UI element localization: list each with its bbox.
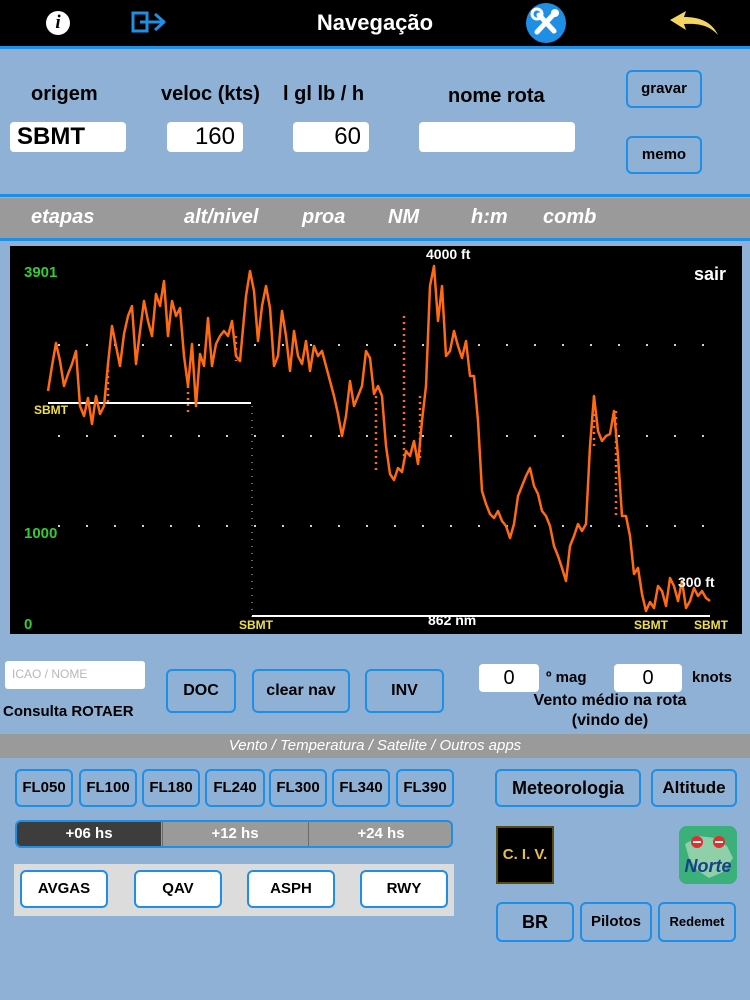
hm-col: h:m — [471, 206, 508, 228]
br-button[interactable]: BR — [496, 902, 574, 942]
nome-rota-label: nome rota — [448, 85, 545, 107]
meteorologia-button[interactable]: Meteorologia — [495, 769, 641, 807]
alt-top-label: 3901 — [24, 264, 58, 281]
fl300-button[interactable]: FL300 — [269, 769, 327, 807]
back-arrow-icon[interactable] — [668, 8, 720, 38]
end-alt-label: 300 ft — [678, 574, 715, 590]
consumo-label: l gl lb / h — [283, 83, 365, 105]
memo-button[interactable]: memo — [626, 136, 702, 174]
norte-label: Norte — [684, 856, 732, 876]
origem-label: origem — [31, 83, 98, 105]
start-airport-label: SBMT — [239, 618, 273, 632]
civ-label: C. I. V. — [502, 846, 548, 863]
inv-button[interactable]: INV — [365, 669, 444, 713]
grid-lines — [58, 344, 730, 618]
route-divider — [0, 194, 750, 197]
rotaer-search-placeholder: ICAO / NOME — [12, 667, 88, 681]
etapas-col: etapas — [31, 206, 95, 228]
gravar-button[interactable]: gravar — [626, 70, 702, 108]
nm-col: NM — [388, 206, 420, 228]
fuel-buttons-panel: AVGAS QAV ASPH RWY — [14, 864, 454, 916]
avgas-button[interactable]: AVGAS — [20, 870, 108, 908]
end-airport-label-2: SBMT — [694, 618, 728, 632]
nome-rota-input[interactable] — [419, 122, 575, 152]
hours-24-segment[interactable]: +24 hs — [308, 822, 451, 846]
wind-direction-input[interactable]: 0 — [479, 664, 539, 692]
redemet-button[interactable]: Redemet — [658, 902, 736, 942]
tools-icon[interactable] — [526, 3, 566, 43]
page-title: Navegação — [316, 10, 434, 35]
clear-nav-button[interactable]: clear nav — [252, 669, 350, 713]
wind-speed-input[interactable]: 0 — [614, 664, 682, 692]
wind-caption-2: (vindo de) — [571, 712, 649, 729]
weather-strip-text: Vento / Temperatura / Satelite / Outros … — [228, 737, 522, 754]
etapas-header: etapas alt/nivel proa NM h:m comb — [0, 198, 750, 238]
forecast-hours-segmented: +06 hs +12 hs +24 hs — [15, 820, 453, 848]
comb-col: comb — [543, 206, 597, 228]
hours-12-segment[interactable]: +12 hs — [162, 822, 307, 846]
max-alt-label: 4000 ft — [426, 246, 471, 262]
civ-button[interactable]: C. I. V. — [496, 826, 554, 884]
top-bar: i Navegação — [0, 0, 750, 46]
norte-app-button[interactable]: Norte — [679, 826, 737, 884]
pilotos-button[interactable]: Pilotos — [580, 902, 652, 942]
qav-button[interactable]: QAV — [134, 870, 222, 908]
rwy-button[interactable]: RWY — [360, 870, 448, 908]
fl050-button[interactable]: FL050 — [15, 769, 73, 807]
top-divider — [0, 46, 750, 49]
fl180-button[interactable]: FL180 — [142, 769, 200, 807]
wind-speed-unit: knots — [692, 669, 733, 686]
doc-button[interactable]: DOC — [166, 669, 236, 713]
fl340-button[interactable]: FL340 — [332, 769, 390, 807]
start-airport-left-label: SBMT — [34, 403, 68, 417]
end-airport-label: SBMT — [634, 618, 668, 632]
alt-nivel-col: alt/nivel — [184, 206, 259, 228]
terrain-profile-line — [46, 264, 711, 613]
altitude-profile-chart[interactable]: 3901 1000 0 4000 ft 300 ft 862 nm sair S… — [10, 246, 742, 634]
hours-06-segment[interactable]: +06 hs — [17, 822, 161, 846]
fl100-button[interactable]: FL100 — [79, 769, 137, 807]
fl240-button[interactable]: FL240 — [205, 769, 265, 807]
consulta-rotaer-label: Consulta ROTAER — [3, 703, 134, 720]
consumo-input[interactable]: 60 — [293, 122, 369, 152]
rotaer-search-input[interactable]: ICAO / NOME — [5, 661, 145, 689]
wind-caption-1: Vento médio na rota — [533, 692, 687, 709]
altitude-profile-svg — [46, 264, 730, 618]
proa-col: proa — [302, 206, 346, 228]
origem-input[interactable]: SBMT — [10, 122, 126, 152]
asph-button[interactable]: ASPH — [247, 870, 335, 908]
altitude-button[interactable]: Altitude — [651, 769, 737, 807]
wind-direction-unit: º mag — [546, 669, 587, 686]
fl390-button[interactable]: FL390 — [396, 769, 454, 807]
veloc-input[interactable]: 160 — [167, 122, 243, 152]
alt-mid-label: 1000 — [24, 525, 58, 542]
etapas-divider — [0, 238, 750, 241]
alt-zero-label: 0 — [24, 616, 33, 633]
weather-strip: Vento / Temperatura / Satelite / Outros … — [0, 734, 750, 758]
distance-label: 862 nm — [428, 612, 477, 628]
sair-button[interactable]: sair — [694, 264, 726, 285]
veloc-label: veloc (kts) — [161, 83, 260, 105]
